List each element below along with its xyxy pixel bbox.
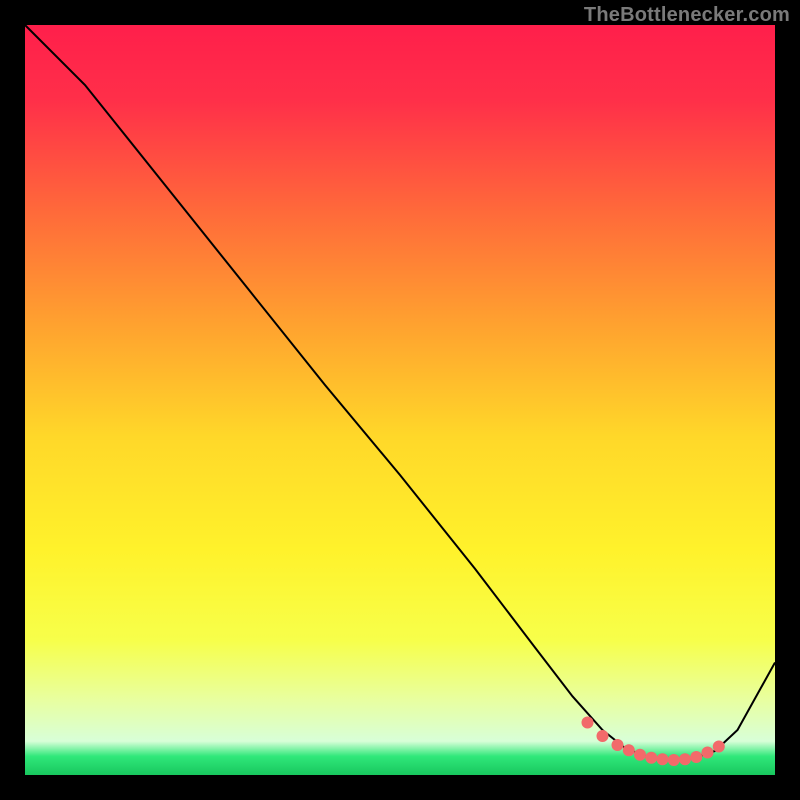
marker-dot <box>702 747 714 759</box>
marker-dot <box>668 754 680 766</box>
marker-dot <box>634 749 646 761</box>
marker-dot <box>612 739 624 751</box>
marker-dot <box>582 717 594 729</box>
marker-dot <box>679 753 691 765</box>
bottleneck-chart <box>0 0 800 800</box>
plot-background <box>25 25 775 775</box>
marker-dot <box>690 751 702 763</box>
marker-dot <box>645 752 657 764</box>
watermark-text: TheBottlenecker.com <box>584 4 790 27</box>
marker-dot <box>597 730 609 742</box>
marker-dot <box>713 741 725 753</box>
marker-dot <box>623 744 635 756</box>
chart-stage: TheBottlenecker.com <box>0 0 800 800</box>
marker-dot <box>657 753 669 765</box>
